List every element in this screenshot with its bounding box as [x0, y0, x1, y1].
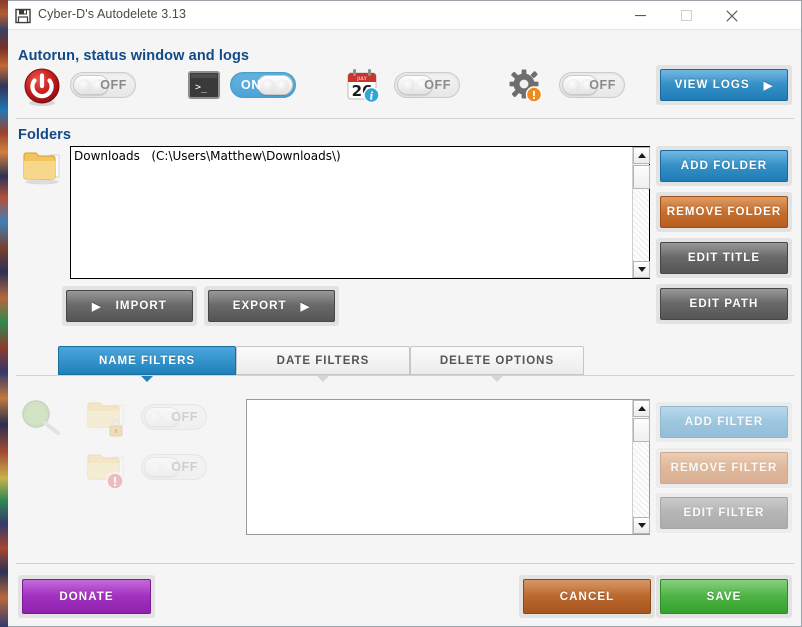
divider: [16, 118, 794, 119]
svg-text:!: !: [531, 89, 536, 102]
tab-delete-options[interactable]: DELETE OPTIONS: [410, 346, 584, 375]
filters-list[interactable]: [246, 399, 650, 535]
folder-icon: [22, 149, 66, 192]
folders-list-scrollbar[interactable]: [632, 147, 649, 278]
schedule-toggle-label: OFF: [424, 78, 451, 92]
autorun-toggle[interactable]: OFF: [70, 72, 136, 98]
close-icon: [726, 10, 738, 22]
chevron-right-icon: ▶: [764, 79, 774, 92]
minimize-icon: [635, 10, 646, 21]
filters-list-scrollbar[interactable]: [632, 400, 649, 534]
power-icon: [22, 67, 62, 112]
view-logs-button[interactable]: VIEW LOGS ▶: [656, 65, 792, 105]
folders-section-title: Folders: [18, 127, 71, 143]
window-title: Cyber-D's Autodelete 3.13: [38, 7, 186, 21]
donate-button[interactable]: DONATE: [18, 575, 155, 618]
toggle-knob: [257, 75, 293, 95]
triangle-up-icon: [638, 153, 646, 158]
autorun-toggle-label: OFF: [100, 78, 127, 92]
edit-title-label: EDIT TITLE: [688, 252, 760, 264]
tab-date-filters[interactable]: DATE FILTERS: [236, 346, 410, 375]
remove-folder-label: REMOVE FOLDER: [667, 206, 782, 218]
edit-title-button[interactable]: EDIT TITLE: [656, 238, 792, 278]
add-filter-label: ADD FILTER: [685, 416, 764, 428]
filters-list-content[interactable]: [247, 400, 632, 534]
background-window-stripe: [0, 0, 8, 627]
folder-lock-icon: [86, 399, 130, 444]
include-filter-toggle-label: OFF: [171, 410, 198, 424]
close-button[interactable]: [709, 1, 755, 30]
view-logs-label: VIEW LOGS: [675, 79, 750, 91]
magnifier-icon: [20, 399, 62, 444]
folders-list[interactable]: Downloads (C:\Users\Matthew\Downloads\): [70, 146, 650, 279]
remove-filter-button[interactable]: REMOVE FILTER: [656, 448, 792, 488]
triangle-down-icon: [638, 267, 646, 272]
minimize-button[interactable]: [617, 1, 663, 30]
triangle-down-icon: [638, 523, 646, 528]
title-bar: Cyber-D's Autodelete 3.13: [8, 1, 801, 30]
schedule-toggle[interactable]: OFF: [394, 72, 460, 98]
status-window-toggle[interactable]: ON: [230, 72, 296, 98]
logs-toggle-label: OFF: [589, 78, 616, 92]
edit-filter-button[interactable]: EDIT FILTER: [656, 493, 792, 533]
status-window-toggle-label: ON: [241, 78, 261, 92]
remove-filter-label: REMOVE FILTER: [671, 462, 778, 474]
divider: [16, 375, 794, 376]
include-filter-toggle[interactable]: OFF: [141, 404, 207, 430]
save-disk-icon: [15, 8, 31, 24]
tab-name-filters-label: NAME FILTERS: [99, 355, 195, 367]
remove-folder-button[interactable]: REMOVE FOLDER: [656, 192, 792, 232]
tab-name-filters-chevron-down-icon: [140, 375, 154, 382]
scroll-up-button[interactable]: [633, 400, 650, 417]
svg-text:!: !: [112, 475, 117, 489]
maximize-button[interactable]: [663, 1, 709, 30]
maximize-icon: [681, 10, 692, 21]
import-button[interactable]: ▶ IMPORT: [62, 286, 197, 326]
export-label: EXPORT: [233, 300, 287, 312]
add-folder-button[interactable]: ADD FOLDER: [656, 146, 792, 186]
edit-path-button[interactable]: EDIT PATH: [656, 284, 792, 324]
chevron-right-icon: ▶: [92, 300, 102, 313]
exclude-filter-toggle[interactable]: OFF: [141, 454, 207, 480]
calendar-icon: JULY 26 i: [344, 67, 382, 110]
scroll-down-button[interactable]: [633, 261, 650, 278]
scroll-down-button[interactable]: [633, 517, 650, 534]
save-button[interactable]: SAVE: [656, 575, 792, 618]
folder-alert-icon: !: [86, 451, 130, 496]
svg-text:i: i: [370, 92, 374, 103]
divider: [16, 563, 794, 564]
logs-toggle[interactable]: OFF: [559, 72, 625, 98]
exclude-filter-toggle-label: OFF: [171, 460, 198, 474]
tab-date-filters-chevron-down-icon: [316, 375, 330, 382]
tab-date-filters-label: DATE FILTERS: [277, 355, 370, 367]
scrollbar-thumb[interactable]: [633, 418, 650, 442]
cancel-label: CANCEL: [560, 591, 615, 603]
tab-delete-options-label: DELETE OPTIONS: [440, 355, 554, 367]
cancel-button[interactable]: CANCEL: [519, 575, 655, 618]
autorun-section-title: Autorun, status window and logs: [18, 48, 249, 64]
gear-alert-icon: !: [509, 69, 543, 108]
app-window: Cyber-D's Autodelete 3.13 Autorun, statu…: [8, 0, 802, 627]
svg-text:>_: >_: [195, 82, 208, 93]
scrollbar-thumb[interactable]: [633, 165, 650, 189]
save-label: SAVE: [707, 591, 742, 603]
add-filter-button[interactable]: ADD FILTER: [656, 402, 792, 442]
chevron-right-icon: ▶: [301, 300, 311, 313]
folders-list-item-0[interactable]: Downloads (C:\Users\Matthew\Downloads\): [71, 147, 632, 278]
console-icon: >_: [188, 71, 220, 106]
scroll-up-button[interactable]: [633, 147, 650, 164]
tab-delete-options-chevron-down-icon: [490, 375, 504, 382]
edit-path-label: EDIT PATH: [690, 298, 759, 310]
tab-name-filters[interactable]: NAME FILTERS: [58, 346, 236, 375]
triangle-up-icon: [638, 406, 646, 411]
donate-label: DONATE: [59, 591, 113, 603]
edit-filter-label: EDIT FILTER: [684, 507, 765, 519]
export-button[interactable]: EXPORT ▶: [204, 286, 339, 326]
import-label: IMPORT: [116, 300, 167, 312]
add-folder-label: ADD FOLDER: [681, 160, 767, 172]
